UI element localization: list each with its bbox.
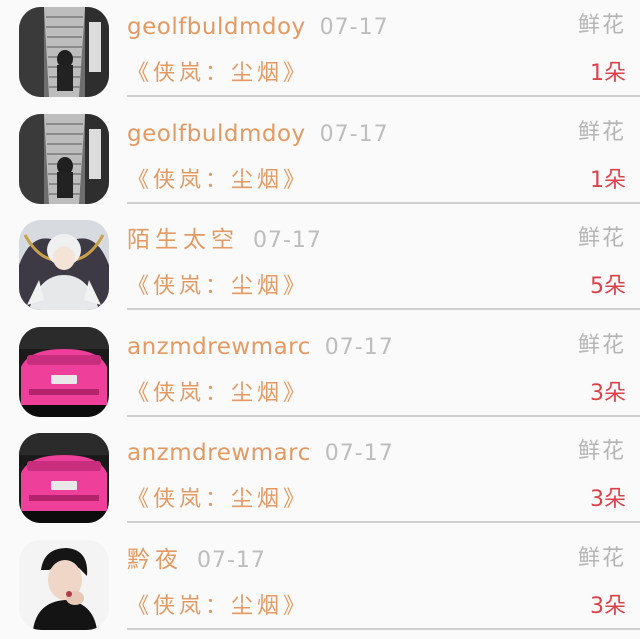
flower-count: 3朵 <box>590 486 626 514</box>
event-title: 《侠岚：尘烟》 <box>127 273 309 301</box>
row-divider <box>127 202 640 204</box>
event-title: 《侠岚：尘烟》 <box>127 167 309 195</box>
flower-count: 5朵 <box>590 273 626 301</box>
row-divider <box>127 415 640 417</box>
gift-record-row[interactable]: 黔夜 07-17 鲜花 《侠岚：尘烟》 3朵 <box>0 533 640 639</box>
gift-record-row[interactable]: geolfbuldmdoy 07-17 鲜花 《侠岚：尘烟》 1朵 <box>0 107 640 214</box>
row-divider <box>127 95 640 97</box>
user-avatar[interactable] <box>19 540 109 630</box>
user-avatar[interactable] <box>19 433 109 523</box>
gift-record-row[interactable]: anzmdrewmarc 07-17 鲜花 《侠岚：尘烟》 3朵 <box>0 426 640 533</box>
flower-count: 3朵 <box>590 593 626 621</box>
flower-gift-record-list: geolfbuldmdoy 07-17 鲜花 《侠岚：尘烟》 1朵 <box>0 0 640 632</box>
username-text: 黔夜 <box>127 547 183 573</box>
gift-type-label: 鲜花 <box>578 332 626 360</box>
gift-type-label: 鲜花 <box>578 438 626 466</box>
event-title: 《侠岚：尘烟》 <box>127 486 309 514</box>
event-title: 《侠岚：尘烟》 <box>127 380 309 408</box>
send-date: 07-17 <box>320 122 389 147</box>
row-divider <box>127 628 640 630</box>
user-avatar[interactable] <box>19 327 109 417</box>
send-date: 07-17 <box>320 15 389 40</box>
pink-car-thumbnail <box>19 327 109 417</box>
username: anzmdrewmarc 07-17 <box>127 333 394 362</box>
username-text: anzmdrewmarc <box>127 440 311 466</box>
user-avatar[interactable] <box>19 7 109 97</box>
staircase-photo-thumbnail <box>19 7 109 97</box>
username: geolfbuldmdoy 07-17 <box>127 120 389 149</box>
username-text: geolfbuldmdoy <box>127 121 306 147</box>
event-title: 《侠岚：尘烟》 <box>127 60 309 88</box>
gift-type-label: 鲜花 <box>578 12 626 40</box>
gift-record-row[interactable]: geolfbuldmdoy 07-17 鲜花 《侠岚：尘烟》 1朵 <box>0 0 640 107</box>
username-text: anzmdrewmarc <box>127 334 311 360</box>
username-text: geolfbuldmdoy <box>127 14 306 40</box>
send-date: 07-17 <box>253 228 322 253</box>
gift-type-label: 鲜花 <box>578 545 626 573</box>
flower-count: 3朵 <box>590 380 626 408</box>
send-date: 07-17 <box>325 335 394 360</box>
username-text: 陌生太空 <box>127 227 239 253</box>
username: anzmdrewmarc 07-17 <box>127 439 394 468</box>
flower-count: 1朵 <box>590 60 626 88</box>
pink-car-thumbnail <box>19 433 109 523</box>
row-divider <box>127 308 640 310</box>
event-title: 《侠岚：尘烟》 <box>127 593 309 621</box>
staircase-photo-thumbnail <box>19 114 109 204</box>
user-avatar[interactable] <box>19 220 109 310</box>
user-avatar[interactable] <box>19 114 109 204</box>
send-date: 07-17 <box>325 441 394 466</box>
gift-record-row[interactable]: 陌生太空 07-17 鲜花 《侠岚：尘烟》 5朵 <box>0 213 640 320</box>
anime-angel-thumbnail <box>19 220 109 310</box>
gift-type-label: 鲜花 <box>578 225 626 253</box>
username: 黔夜 07-17 <box>127 546 266 575</box>
gift-type-label: 鲜花 <box>578 119 626 147</box>
flower-count: 1朵 <box>590 167 626 195</box>
person-portrait-thumbnail <box>19 540 109 630</box>
send-date: 07-17 <box>197 548 266 573</box>
username: geolfbuldmdoy 07-17 <box>127 13 389 42</box>
gift-record-row[interactable]: anzmdrewmarc 07-17 鲜花 《侠岚：尘烟》 3朵 <box>0 320 640 427</box>
username: 陌生太空 07-17 <box>127 226 322 255</box>
row-divider <box>127 521 640 523</box>
